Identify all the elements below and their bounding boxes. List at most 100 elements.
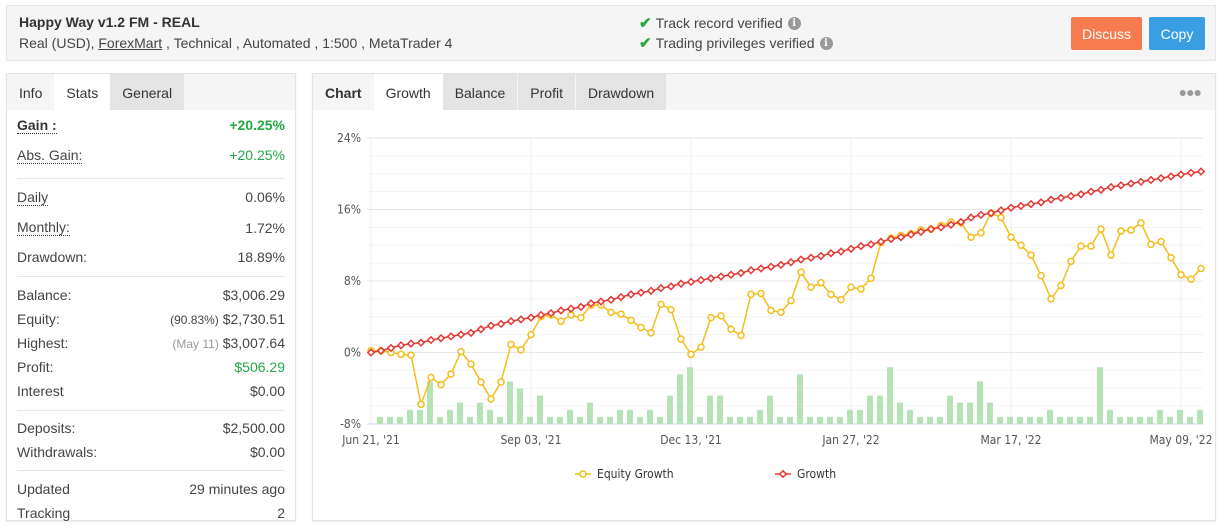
- equity-point: [777, 308, 785, 317]
- withdrawals-row: Withdrawals: $0.00: [15, 440, 287, 464]
- legend-item-equity-growth[interactable]: Equity Growth: [575, 467, 674, 481]
- growth-point: [486, 321, 496, 330]
- growth-point: [556, 306, 566, 315]
- equity-point: [607, 308, 615, 317]
- growth-point: [1116, 181, 1126, 190]
- withdrawals-value: $0.00: [249, 444, 285, 460]
- tab-chart[interactable]: Chart: [313, 74, 374, 110]
- growth-point: [576, 302, 586, 312]
- trade-bar: [617, 409, 623, 424]
- trade-bar: [417, 409, 423, 424]
- equity-point: [797, 268, 805, 276]
- trade-bar: [977, 381, 983, 424]
- growth-point: [1036, 198, 1046, 207]
- tab-drawdown[interactable]: Drawdown: [575, 74, 667, 110]
- equity-point: [627, 316, 635, 325]
- trade-bar: [1007, 416, 1013, 424]
- updated-label: Updated: [17, 481, 70, 497]
- chart-panel: Chart Growth Balance Profit Drawdown ●●●…: [312, 73, 1216, 521]
- trade-bar: [797, 374, 803, 424]
- growth-point: [856, 241, 866, 251]
- track-record-label: Track record verified: [655, 15, 783, 31]
- equity-point: [737, 331, 745, 340]
- equity-point: [747, 290, 755, 299]
- trade-bar: [1097, 367, 1103, 424]
- equity-point: [467, 360, 475, 368]
- tab-general[interactable]: General: [110, 74, 185, 110]
- trade-bar: [1027, 416, 1033, 424]
- divider: [17, 178, 285, 179]
- broker-link[interactable]: ForexMart: [98, 35, 162, 51]
- trade-bar: [727, 416, 733, 424]
- growth-point: [656, 283, 666, 293]
- discuss-button[interactable]: Discuss: [1071, 17, 1142, 50]
- trade-bar: [917, 416, 923, 424]
- abs-gain-value: +20.25%: [229, 147, 285, 163]
- more-dots-icon[interactable]: ●●●: [1179, 84, 1202, 100]
- equity-point: [477, 378, 485, 386]
- growth-point: [716, 272, 726, 281]
- trading-privileges-label: Trading privileges verified: [655, 35, 815, 51]
- monthly-row: Monthly: 1.72%: [15, 213, 287, 242]
- trade-bar: [407, 409, 413, 424]
- info-icon[interactable]: i: [787, 16, 801, 30]
- tab-profit[interactable]: Profit: [518, 74, 575, 110]
- equity-point: [1187, 275, 1195, 283]
- tracking-value: 2: [277, 505, 285, 521]
- equity-point: [527, 330, 535, 339]
- legend-marker-icon: [778, 469, 788, 479]
- profit-value: $506.29: [234, 359, 285, 375]
- trade-bar: [507, 381, 513, 424]
- info-icon[interactable]: i: [819, 36, 833, 50]
- growth-point: [826, 249, 836, 258]
- trade-bar: [997, 416, 1003, 424]
- account-details: , Technical , Automated , 1:500 , MetaTr…: [162, 35, 453, 51]
- gain-label[interactable]: Gain :: [17, 117, 57, 134]
- trade-bar: [597, 416, 603, 424]
- legend-item-growth[interactable]: Growth: [775, 467, 836, 481]
- equity-point: [1107, 251, 1115, 259]
- growth-point: [436, 333, 446, 343]
- monthly-value: 1.72%: [245, 219, 285, 236]
- trade-bar: [377, 416, 383, 424]
- equity-point: [857, 285, 865, 293]
- growth-point: [476, 325, 486, 334]
- equity-point: [1077, 242, 1085, 250]
- growth-point: [1126, 179, 1136, 188]
- trade-bar: [667, 395, 673, 424]
- profit-row: Profit: $506.29: [15, 355, 287, 379]
- tab-growth[interactable]: Growth: [373, 74, 443, 110]
- trade-bar: [687, 367, 693, 424]
- growth-point: [756, 264, 766, 273]
- growth-point: [846, 244, 856, 254]
- trade-bar: [787, 416, 793, 424]
- equity-point: [677, 335, 685, 343]
- trade-bar: [827, 416, 833, 424]
- drawdown-row: Drawdown: 18.89%: [15, 242, 287, 271]
- growth-point: [566, 304, 576, 313]
- trading-privileges-verified: ✔ Trading privileges verified i: [639, 34, 833, 52]
- daily-label[interactable]: Daily: [17, 189, 49, 206]
- stats-panel: Info Stats General Gain : +20.25% Abs. G…: [6, 73, 296, 521]
- equity-point: [1147, 240, 1155, 249]
- trade-bar: [907, 409, 913, 424]
- growth-point: [1106, 182, 1116, 192]
- tab-balance[interactable]: Balance: [442, 74, 518, 110]
- equity-point: [437, 380, 445, 389]
- chart-tabs: Chart Growth Balance Profit Drawdown: [313, 74, 1215, 110]
- monthly-label[interactable]: Monthly:: [17, 219, 70, 236]
- abs-gain-row: Abs. Gain: +20.25%: [15, 140, 287, 170]
- copy-button[interactable]: Copy: [1149, 17, 1205, 50]
- equity-point: [1087, 242, 1095, 250]
- x-tick-label: Dec 13, '21: [660, 433, 722, 447]
- tab-stats[interactable]: Stats: [54, 74, 111, 110]
- growth-point: [506, 316, 516, 326]
- equity-point: [1157, 237, 1165, 246]
- tab-info[interactable]: Info: [7, 74, 54, 110]
- abs-gain-label[interactable]: Abs. Gain:: [17, 147, 83, 164]
- balance-value: $3,006.29: [222, 287, 285, 303]
- equity-row: Equity: (90.83%) $2,730.51: [15, 307, 287, 331]
- equity-point: [787, 296, 795, 305]
- trade-bar: [707, 395, 713, 424]
- equity-point: [827, 290, 835, 299]
